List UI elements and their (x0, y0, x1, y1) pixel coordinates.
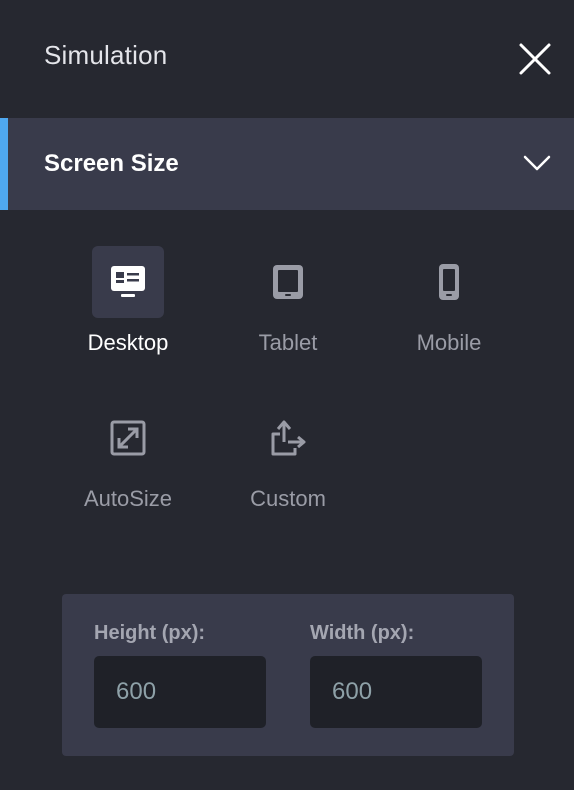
size-option-custom[interactable]: Custom (220, 402, 340, 532)
tablet-icon-box (252, 246, 324, 318)
size-option-label: Desktop (87, 330, 169, 355)
height-label: Height (px): (94, 622, 206, 644)
height-input[interactable] (94, 656, 266, 728)
desktop-icon-box (92, 246, 164, 318)
close-icon (519, 43, 551, 75)
size-option-desktop[interactable]: Desktop (60, 246, 180, 376)
width-label: Width (px): (310, 622, 415, 644)
tablet-icon (273, 265, 303, 299)
chevron-down-icon (523, 155, 551, 171)
autosize-icon-box (92, 402, 164, 474)
size-option-mobile[interactable]: Mobile (381, 246, 501, 376)
close-button[interactable] (514, 38, 556, 80)
mobile-icon-box (413, 246, 485, 318)
panel-header: Simulation (0, 0, 574, 118)
desktop-icon (111, 266, 145, 297)
size-option-autosize[interactable]: AutoSize (60, 402, 180, 532)
panel-title: Simulation (44, 40, 168, 70)
dimensions-card: Height (px): Width (px): (62, 594, 514, 756)
size-option-label: Custom (250, 486, 326, 511)
autosize-icon (110, 420, 146, 456)
custom-icon (271, 420, 306, 456)
section-title: Screen Size (44, 150, 179, 177)
size-option-label: Tablet (258, 330, 318, 355)
size-option-tablet[interactable]: Tablet (220, 246, 340, 376)
screen-size-section-toggle[interactable]: Screen Size (0, 118, 574, 210)
simulation-panel: Simulation Screen Size Desktop Tablet Mo… (0, 0, 574, 790)
mobile-icon (439, 264, 459, 300)
width-input[interactable] (310, 656, 482, 728)
section-accent-bar (0, 118, 8, 210)
custom-icon-box (252, 402, 324, 474)
size-option-label: Mobile (416, 330, 482, 355)
size-option-label: AutoSize (83, 486, 173, 511)
